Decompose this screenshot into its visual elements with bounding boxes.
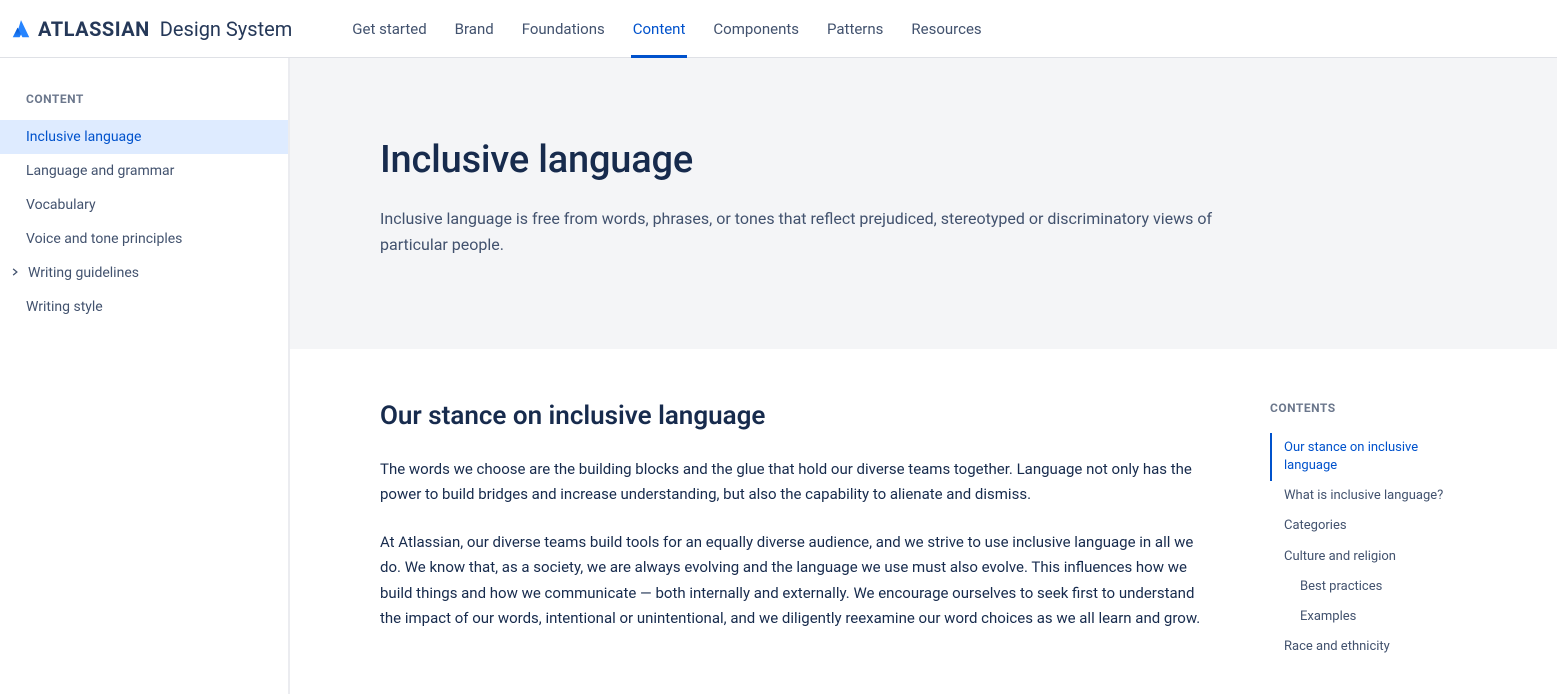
nav-item-patterns[interactable]: Patterns bbox=[813, 0, 897, 58]
atlassian-logo-icon bbox=[10, 18, 32, 40]
nav-item-foundations[interactable]: Foundations bbox=[508, 0, 619, 58]
sidebar-item-label: Writing guidelines bbox=[28, 265, 139, 281]
toc-heading: CONTENTS bbox=[1270, 401, 1474, 415]
sidebar-item-language-and-grammar[interactable]: Language and grammar bbox=[0, 154, 288, 188]
sidebar-item-label: Writing style bbox=[26, 299, 103, 315]
page-hero: Inclusive language Inclusive language is… bbox=[290, 58, 1557, 349]
sidebar-item-writing-style[interactable]: Writing style bbox=[0, 290, 288, 324]
chevron-right-icon bbox=[10, 265, 22, 281]
toc-item[interactable]: Best practices bbox=[1270, 572, 1474, 602]
page-title: Inclusive language bbox=[380, 138, 1457, 182]
nav-item-brand[interactable]: Brand bbox=[441, 0, 508, 58]
article-paragraph: The words we choose are the building blo… bbox=[380, 457, 1210, 508]
sidebar-item-label: Vocabulary bbox=[26, 197, 96, 213]
sidebar-item-vocabulary[interactable]: Vocabulary bbox=[0, 188, 288, 222]
brand-suffix: Design System bbox=[160, 17, 293, 41]
main-content: Inclusive language Inclusive language is… bbox=[290, 58, 1557, 694]
brand-name: ATLASSIAN bbox=[38, 17, 150, 41]
sidebar-item-label: Language and grammar bbox=[26, 163, 174, 179]
brand-logo[interactable]: ATLASSIAN Design System bbox=[10, 17, 312, 41]
toc-item[interactable]: Examples bbox=[1270, 602, 1474, 632]
section-heading: Our stance on inclusive language bbox=[380, 401, 1210, 431]
nav-item-resources[interactable]: Resources bbox=[897, 0, 995, 58]
toc-item[interactable]: What is inclusive language? bbox=[1270, 481, 1474, 511]
sidebar: CONTENT Inclusive language Language and g… bbox=[0, 58, 290, 694]
primary-nav: Get startedBrandFoundationsContentCompon… bbox=[338, 0, 995, 58]
article-paragraph: At Atlassian, our diverse teams build to… bbox=[380, 530, 1210, 632]
page-subtitle: Inclusive language is free from words, p… bbox=[380, 206, 1230, 259]
sidebar-item-label: Voice and tone principles bbox=[26, 231, 182, 247]
sidebar-item-inclusive-language[interactable]: Inclusive language bbox=[0, 120, 288, 154]
toc-item[interactable]: Race and ethnicity bbox=[1270, 632, 1474, 662]
toc-item[interactable]: Our stance on inclusive language bbox=[1270, 433, 1474, 481]
toc-item[interactable]: Categories bbox=[1270, 511, 1474, 541]
top-nav: ATLASSIAN Design System Get startedBrand… bbox=[0, 0, 1557, 58]
table-of-contents: CONTENTS Our stance on inclusive languag… bbox=[1270, 349, 1490, 694]
sidebar-item-label: Inclusive language bbox=[26, 129, 141, 145]
toc-item[interactable]: Culture and religion bbox=[1270, 542, 1474, 572]
sidebar-item-writing-guidelines[interactable]: Writing guidelines bbox=[0, 256, 288, 290]
nav-item-content[interactable]: Content bbox=[619, 0, 700, 58]
sidebar-item-voice-and-tone-principles[interactable]: Voice and tone principles bbox=[0, 222, 288, 256]
article-body: Our stance on inclusive language The wor… bbox=[290, 349, 1270, 694]
nav-item-get-started[interactable]: Get started bbox=[338, 0, 440, 58]
nav-item-components[interactable]: Components bbox=[699, 0, 813, 58]
sidebar-heading: CONTENT bbox=[0, 92, 288, 120]
